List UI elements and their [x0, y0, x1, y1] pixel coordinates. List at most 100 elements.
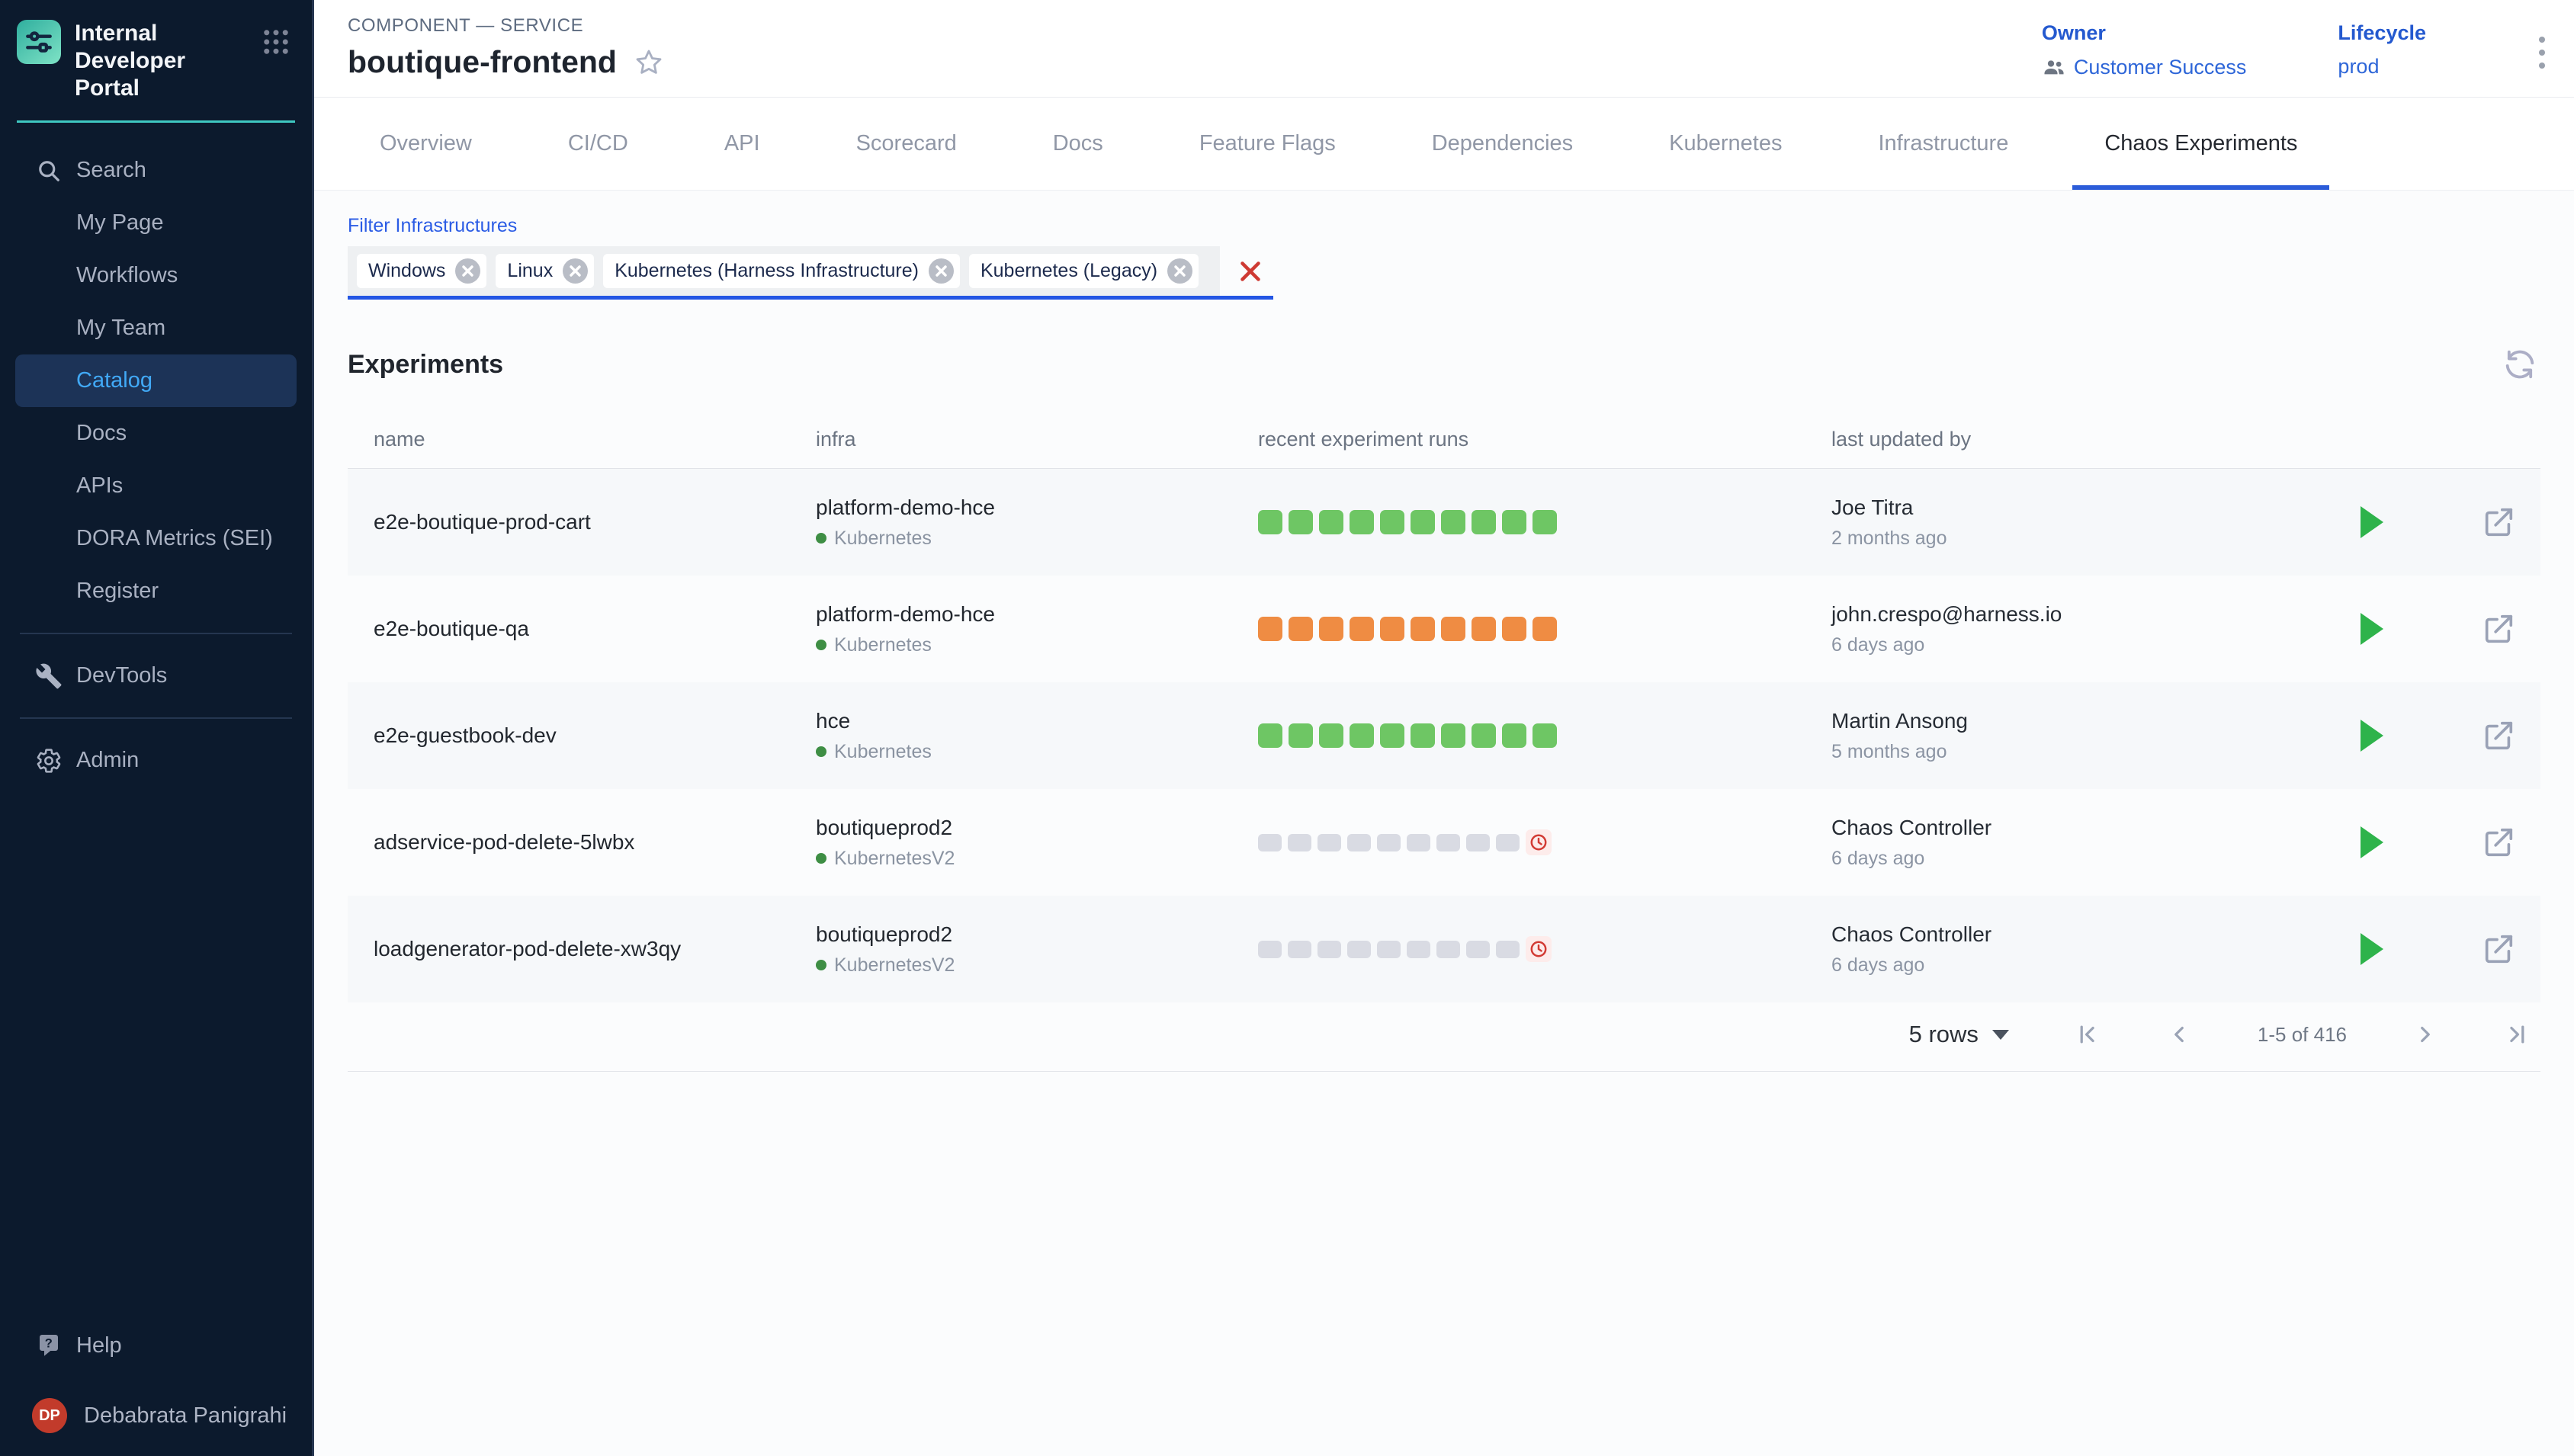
- app-title: Internal Developer Portal: [75, 20, 252, 102]
- sidebar-item-docs[interactable]: Docs: [0, 407, 312, 460]
- open-in-new-icon[interactable]: [2481, 505, 2516, 540]
- experiments-title: Experiments: [348, 350, 503, 380]
- table-header-row: nameinfrarecent experiment runslast upda…: [348, 415, 2540, 469]
- sidebar-item-search[interactable]: Search: [0, 144, 312, 197]
- run-status-square: [1472, 723, 1496, 748]
- run-experiment-button[interactable]: [2361, 613, 2383, 645]
- sidebar-item-my-team[interactable]: My Team: [0, 302, 312, 354]
- next-page-button[interactable]: [2412, 1021, 2438, 1047]
- open-in-new-icon[interactable]: [2481, 932, 2516, 967]
- run-status-square: [1377, 941, 1401, 958]
- infra-cell: boutiqueprod2 KubernetesV2: [790, 816, 1232, 870]
- favorite-star-icon[interactable]: [634, 47, 664, 78]
- sidebar-item-catalog[interactable]: Catalog: [15, 354, 297, 407]
- row-actions: [2335, 611, 2540, 646]
- previous-page-button[interactable]: [2166, 1021, 2192, 1047]
- updated-cell: Chaos Controller 6 days ago: [1805, 922, 2335, 977]
- help-button[interactable]: ? Help: [0, 1320, 312, 1372]
- remove-chip-icon[interactable]: [455, 258, 480, 284]
- entity-meta: Owner Customer Success Lifecycle prod: [2042, 15, 2548, 97]
- lifecycle-label: Lifecycle: [2338, 21, 2426, 45]
- infra-name: platform-demo-hce: [816, 495, 1232, 520]
- infrastructure-filter: Filter Infrastructures WindowsLinuxKuber…: [348, 215, 2540, 300]
- run-status-square: [1496, 941, 1520, 958]
- owner-link[interactable]: Customer Success: [2042, 55, 2247, 79]
- search-icon: [35, 157, 63, 184]
- sidebar-item-workflows[interactable]: Workflows: [0, 249, 312, 302]
- run-experiment-button[interactable]: [2361, 506, 2383, 538]
- apps-grid-icon[interactable]: [260, 26, 292, 58]
- run-experiment-button[interactable]: [2361, 826, 2383, 858]
- filter-chip: Windows: [357, 254, 486, 288]
- sidebar-item-label: Docs: [76, 421, 127, 446]
- open-in-new-icon[interactable]: [2481, 611, 2516, 646]
- tab-docs[interactable]: Docs: [1021, 98, 1135, 190]
- run-status-square: [1533, 617, 1557, 641]
- sidebar-item-admin[interactable]: Admin: [0, 734, 312, 787]
- lifecycle-value: prod: [2338, 55, 2426, 79]
- run-status-square: [1502, 723, 1526, 748]
- infra-type: KubernetesV2: [834, 954, 955, 977]
- refresh-icon[interactable]: [2502, 347, 2537, 382]
- rows-per-page-select[interactable]: 5 rows: [1909, 1021, 2009, 1048]
- run-status-square: [1533, 510, 1557, 534]
- infra-status-dot: [816, 853, 826, 864]
- run-status-square: [1496, 834, 1520, 851]
- recent-runs: [1232, 723, 1805, 748]
- user-menu[interactable]: DP Debabrata Panigrahi: [0, 1372, 312, 1441]
- open-in-new-icon[interactable]: [2481, 718, 2516, 753]
- entity-tabs: Overview CI/CD API Scorecard Docs Feature Fla…: [314, 98, 2574, 191]
- row-actions: [2335, 718, 2540, 753]
- gear-icon: [35, 747, 63, 775]
- sidebar-item-my-page[interactable]: My Page: [0, 197, 312, 249]
- open-in-new-icon[interactable]: [2481, 825, 2516, 860]
- recent-runs: [1232, 617, 1805, 641]
- run-experiment-button[interactable]: [2361, 933, 2383, 965]
- rows-per-page-value: 5 rows: [1909, 1021, 1979, 1048]
- filter-chip: Kubernetes (Harness Infrastructure): [603, 254, 960, 288]
- run-experiment-button[interactable]: [2361, 720, 2383, 752]
- infra-name: hce: [816, 709, 1232, 733]
- tab-dependencies[interactable]: Dependencies: [1400, 98, 1605, 190]
- sidebar-item-devtools[interactable]: DevTools: [0, 649, 312, 702]
- remove-chip-icon[interactable]: [563, 258, 588, 284]
- tab-kubernetes[interactable]: Kubernetes: [1637, 98, 1814, 190]
- tab-chaos-experiments[interactable]: Chaos Experiments: [2072, 98, 2329, 190]
- table-row: e2e-boutique-prod-cart platform-demo-hce…: [348, 469, 2540, 576]
- tab-content: Filter Infrastructures WindowsLinuxKuber…: [314, 191, 2574, 1456]
- tab-feature-flags[interactable]: Feature Flags: [1167, 98, 1368, 190]
- sidebar: Internal Developer Portal SearchMy PageW…: [0, 0, 314, 1456]
- updated-by: Martin Ansong: [1831, 709, 2335, 733]
- infra-name: platform-demo-hce: [816, 602, 1232, 627]
- run-status-square: [1502, 510, 1526, 534]
- run-status-square: [1258, 834, 1282, 851]
- column-header-name: name: [348, 415, 790, 468]
- infra-cell: platform-demo-hce Kubernetes: [790, 602, 1232, 656]
- sidebar-item-apis[interactable]: APIs: [0, 460, 312, 512]
- run-status-square: [1258, 510, 1282, 534]
- tab-ci-cd[interactable]: CI/CD: [536, 98, 660, 190]
- remove-chip-icon[interactable]: [1167, 258, 1192, 284]
- filter-field: WindowsLinuxKubernetes (Harness Infrastr…: [348, 246, 1273, 300]
- sidebar-item-register[interactable]: Register: [0, 565, 312, 617]
- filter-input[interactable]: WindowsLinuxKubernetes (Harness Infrastr…: [348, 246, 1220, 296]
- owner-label: Owner: [2042, 21, 2247, 45]
- sidebar-item-dora-metrics-sei[interactable]: DORA Metrics (SEI): [0, 512, 312, 565]
- more-options-icon[interactable]: [2536, 34, 2548, 97]
- run-status-square: [1350, 723, 1374, 748]
- sidebar-divider: [20, 717, 292, 719]
- last-page-button[interactable]: [2504, 1021, 2530, 1047]
- first-page-button[interactable]: [2075, 1021, 2101, 1047]
- infra-status-dot: [816, 533, 826, 544]
- tab-overview[interactable]: Overview: [348, 98, 504, 190]
- help-icon: ?: [35, 1333, 63, 1360]
- tab-api[interactable]: API: [692, 98, 792, 190]
- tab-infrastructure[interactable]: Infrastructure: [1846, 98, 2040, 190]
- tab-scorecard[interactable]: Scorecard: [824, 98, 989, 190]
- row-actions: [2335, 505, 2540, 540]
- clear-filters-icon[interactable]: [1237, 258, 1264, 285]
- sidebar-nav: SearchMy PageWorkflowsMy TeamCatalog Docs…: [0, 144, 312, 787]
- remove-chip-icon[interactable]: [929, 258, 954, 284]
- run-status-square: [1347, 941, 1371, 958]
- run-status-square: [1258, 723, 1282, 748]
